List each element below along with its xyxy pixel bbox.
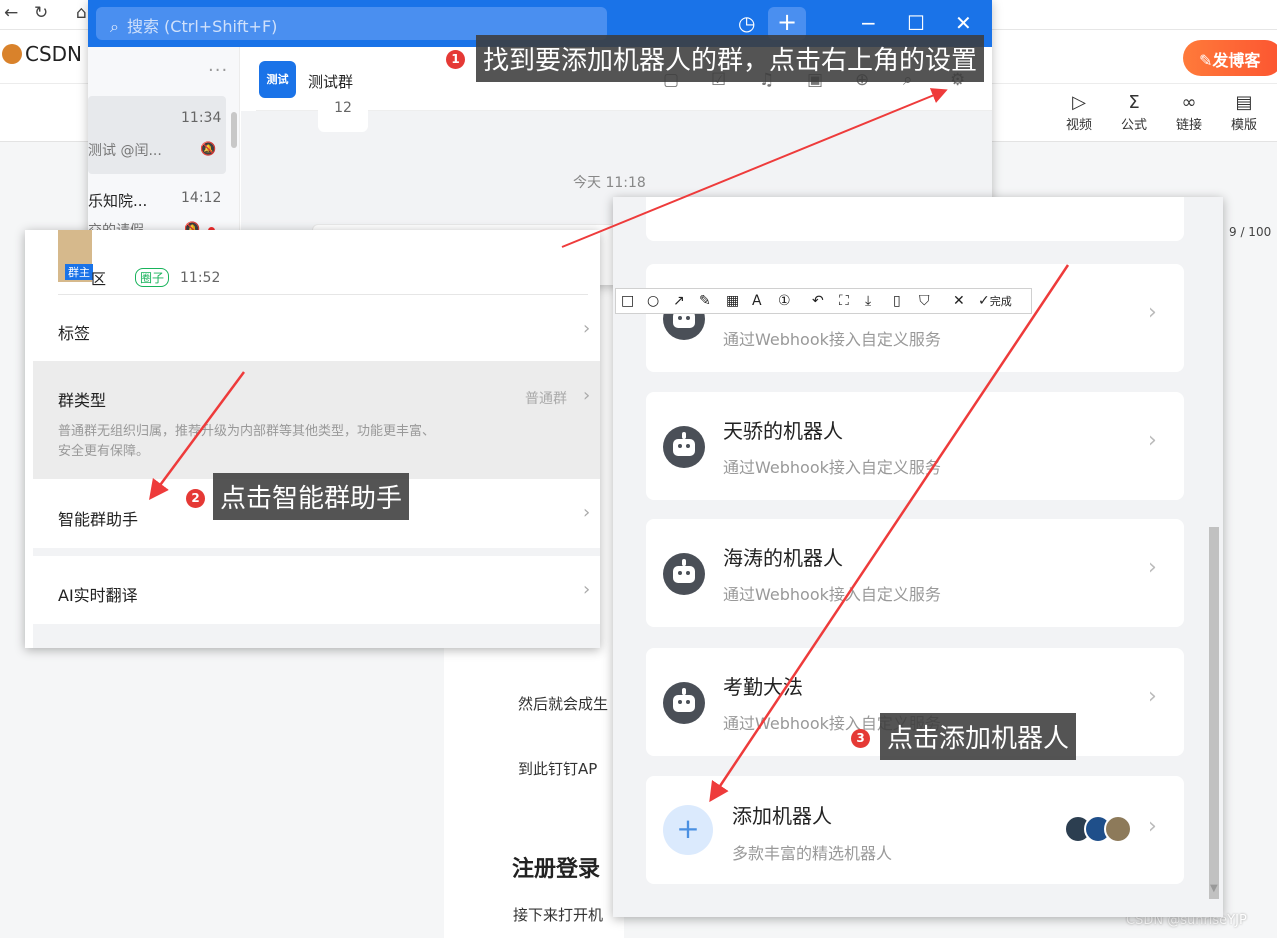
annotation-step3: 点击添加机器人	[880, 713, 1077, 760]
step-number-badge: 2	[186, 489, 205, 508]
step-number-badge: 1	[446, 50, 465, 69]
annotation-step1: 找到要添加机器人的群，点击右上角的设置	[476, 35, 985, 82]
annotation-arrows	[149, 88, 1070, 803]
annotation-step2: 点击智能群助手	[213, 473, 410, 520]
arrow-step1	[561, 88, 948, 248]
step-number-badge: 3	[851, 729, 870, 748]
